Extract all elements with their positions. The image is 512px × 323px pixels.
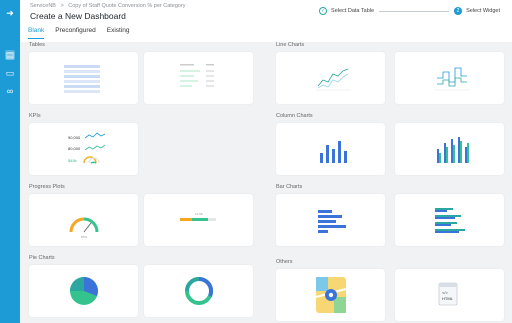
section-bar-charts: Bar Charts bbox=[276, 184, 303, 190]
kpi-value: 90,000 bbox=[68, 135, 81, 140]
tab-preconfigured[interactable]: Preconfigured bbox=[55, 27, 95, 39]
stepper: ✓ Select Data Table 2 Select Widget bbox=[319, 5, 500, 17]
breadcrumb-item[interactable]: ServiceNB bbox=[30, 3, 56, 9]
widget-bar-chart[interactable] bbox=[276, 194, 385, 246]
section-column-charts: Column Charts bbox=[276, 113, 313, 119]
widget-grouped-bar-chart[interactable] bbox=[395, 194, 504, 246]
widget-gauge[interactable]: 65% bbox=[29, 194, 138, 246]
tab-blank[interactable]: Blank bbox=[28, 27, 45, 39]
step-label: Select Widget bbox=[466, 8, 500, 14]
widget-pie[interactable] bbox=[29, 265, 138, 317]
page-title: Create a New Dashboard bbox=[30, 11, 126, 21]
step-connector bbox=[379, 10, 450, 12]
widget-map[interactable] bbox=[276, 269, 385, 321]
widget-table-striped[interactable] bbox=[29, 52, 138, 104]
widget-line-chart[interactable] bbox=[276, 52, 385, 104]
widget-progress-bar[interactable]: 12.98 bbox=[144, 194, 253, 246]
widget-kpi[interactable]: 90,000 80,000 $45k bbox=[29, 123, 138, 175]
widget-table-highlight[interactable] bbox=[144, 52, 253, 104]
link-icon[interactable]: ∞ bbox=[5, 86, 15, 96]
section-tables: Tables bbox=[29, 42, 45, 48]
progress-value: 12.98 bbox=[195, 212, 203, 216]
check-icon: ✓ bbox=[319, 7, 328, 15]
widget-step-line-chart[interactable] bbox=[395, 52, 504, 104]
section-line-charts: Line Charts bbox=[276, 42, 305, 48]
section-pie-charts: Pie Charts bbox=[29, 255, 55, 261]
widget-html[interactable]: </> HTML bbox=[395, 269, 504, 321]
step-select-data-table[interactable]: ✓ Select Data Table bbox=[319, 7, 374, 15]
step-number: 2 bbox=[454, 7, 463, 15]
breadcrumb-item[interactable]: Copy of Staff Quote Conversion % per Cat… bbox=[68, 3, 185, 9]
breadcrumb: ServiceNB > Copy of Staff Quote Conversi… bbox=[30, 3, 189, 9]
widget-column-chart[interactable] bbox=[276, 123, 385, 175]
breadcrumb-separator: > bbox=[60, 3, 64, 9]
widget-donut[interactable] bbox=[144, 265, 253, 317]
step-select-widget[interactable]: 2 Select Widget bbox=[454, 7, 500, 15]
report-icon[interactable]: ▭ bbox=[5, 68, 15, 78]
kpi-value: 80,000 bbox=[68, 146, 81, 151]
section-progress-plots: Progress Plots bbox=[29, 184, 65, 190]
widget-grouped-column-chart[interactable] bbox=[395, 123, 504, 175]
tab-existing[interactable]: Existing bbox=[107, 27, 130, 39]
logout-icon[interactable]: ➜ bbox=[5, 8, 15, 18]
step-label: Select Data Table bbox=[331, 8, 375, 14]
dashboard-icon[interactable]: ▤ bbox=[5, 50, 15, 60]
section-others: Others bbox=[276, 259, 293, 265]
html-text-label: HTML bbox=[442, 296, 454, 301]
html-code-label: </> bbox=[442, 290, 448, 295]
side-rail: ➜ ▤ ▭ ∞ bbox=[0, 0, 20, 323]
tab-bar: Blank Preconfigured Existing bbox=[28, 27, 130, 39]
kpi-value: $45k bbox=[68, 158, 77, 163]
gauge-value: 65% bbox=[81, 235, 87, 239]
section-kpis: KPIs bbox=[29, 113, 41, 119]
